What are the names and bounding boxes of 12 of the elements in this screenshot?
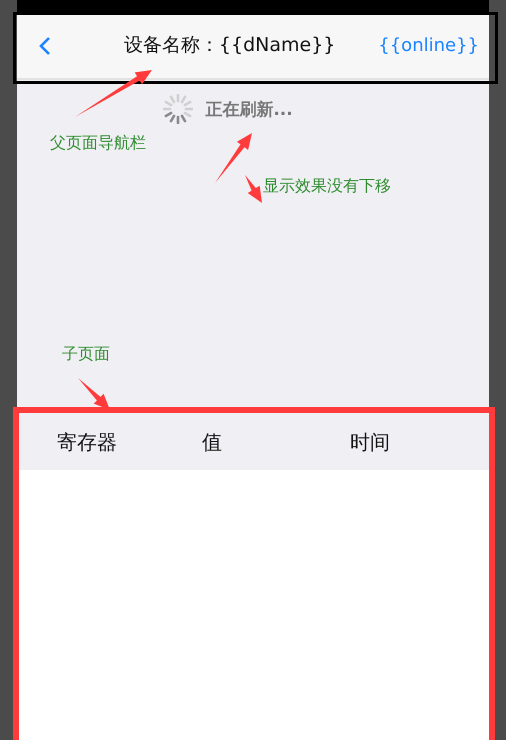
column-header: 时间 [350,429,390,456]
nav-title: 设备名称：{{dName}} [122,33,336,58]
column-header: 值 [202,429,222,456]
annotation-label: 父页面导航栏 [50,133,146,154]
refresh-text: 正在刷新... [205,98,293,120]
annotation-label: 显示效果没有下移 [263,176,391,197]
back-icon[interactable] [39,36,51,56]
spinner-icon [163,94,194,124]
column-header: 寄存器 [57,429,117,456]
arrow [78,378,110,410]
annotation-label: 子页面 [62,344,110,365]
online-link[interactable]: {{online}} [378,34,479,56]
